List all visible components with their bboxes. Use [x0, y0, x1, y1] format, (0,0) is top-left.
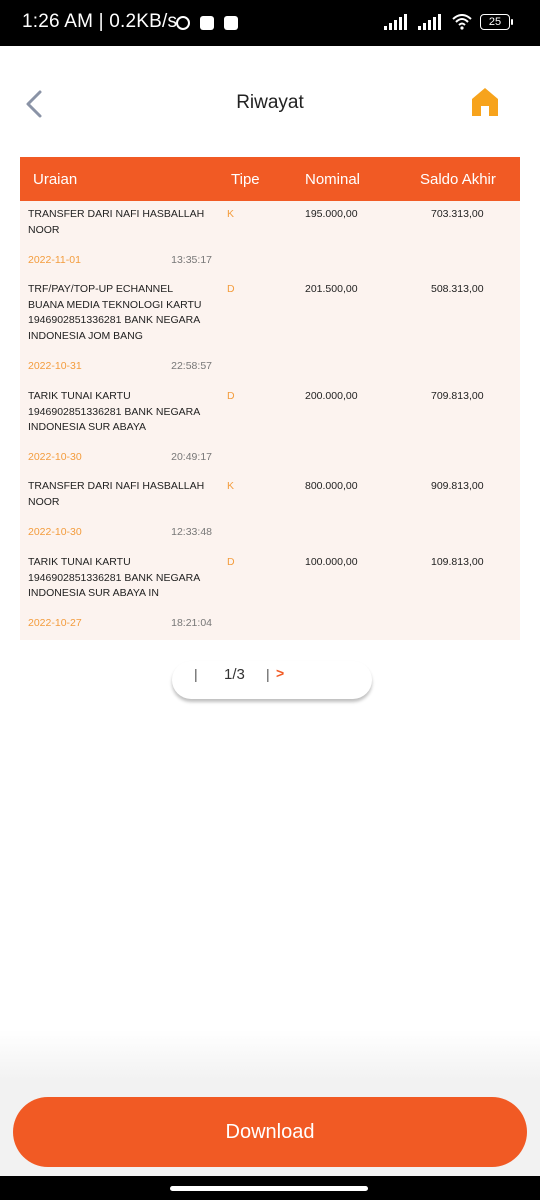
transaction-table: Uraian Tipe Nominal Saldo Akhir TRANSFER…: [20, 157, 520, 640]
page-title: Riwayat: [236, 92, 304, 113]
description-line: 1946902851336281 BANK NEGARA: [28, 405, 201, 418]
app-icon: [224, 16, 238, 30]
status-time: 1:26 AM | 0.2KB/s: [22, 11, 178, 32]
table-row[interactable]: TRF/PAY/TOP-UP ECHANNEL BUANA MEDIA TEKN…: [20, 275, 520, 382]
row-date: 2022-10-30: [28, 526, 82, 538]
description-line: INDONESIA SUR ABAYA: [28, 421, 147, 433]
page-indicator: 1/3: [224, 666, 245, 683]
row-description: TRANSFER DARI NAFI HASBALLAH NOOR: [28, 479, 214, 510]
table-row[interactable]: TRANSFER DARI NAFI HASBALLAH NOOR K 195.…: [20, 201, 520, 275]
row-type: K: [227, 480, 235, 492]
description-line: TARIK TUNAI KARTU: [28, 390, 131, 402]
row-description: TARIK TUNAI KARTU 1946902851336281 BANK …: [28, 389, 214, 436]
description-line: NOOR: [28, 495, 60, 508]
home-gesture-handle[interactable]: [170, 1186, 368, 1191]
row-nominal: 800.000,00: [305, 480, 358, 492]
description-line: INDONESIA SUR ABAYA IN: [28, 587, 159, 599]
signal-icon: [384, 14, 407, 30]
row-time: 12:33:48: [171, 526, 212, 538]
row-time: 13:35:17: [171, 254, 212, 266]
battery-icon: 25: [480, 14, 513, 30]
description-line: INDONESIA JOM BANG: [28, 329, 143, 342]
row-saldo: 508.313,00: [431, 283, 484, 295]
header-saldo: Saldo Akhir: [420, 171, 496, 188]
home-icon[interactable]: [470, 86, 500, 118]
description-line: TRANSFER DARI NAFI HASBALLAH: [28, 480, 205, 492]
system-nav-bar: [0, 1176, 540, 1200]
row-saldo: 703.313,00: [431, 208, 484, 220]
row-saldo: 109.813,00: [431, 556, 484, 568]
next-page-button[interactable]: >: [276, 665, 284, 681]
row-type: D: [227, 283, 235, 295]
row-nominal: 201.500,00: [305, 283, 358, 295]
alarm-icon: [176, 16, 190, 30]
app-icon: [200, 16, 214, 30]
description-line: BUANA MEDIA TEKNOLOGI KARTU: [28, 298, 202, 311]
status-icons-left: [176, 16, 238, 30]
row-saldo: 909.813,00: [431, 480, 484, 492]
row-time: 22:58:57: [171, 360, 212, 372]
status-icons-right: 25: [384, 14, 513, 30]
row-time: 20:49:17: [171, 451, 212, 463]
signal-icon: [418, 14, 441, 30]
row-type: D: [227, 390, 235, 402]
app-header: Riwayat: [0, 46, 540, 156]
row-saldo: 709.813,00: [431, 390, 484, 402]
table-header: Uraian Tipe Nominal Saldo Akhir: [20, 157, 520, 201]
table-row[interactable]: TARIK TUNAI KARTU 1946902851336281 BANK …: [20, 548, 520, 640]
row-time: 18:21:04: [171, 617, 212, 629]
row-date: 2022-11-01: [28, 254, 81, 266]
row-description: TARIK TUNAI KARTU 1946902851336281 BANK …: [28, 555, 214, 602]
download-button[interactable]: Download: [13, 1097, 527, 1167]
status-bar: 1:26 AM | 0.2KB/s 25: [0, 0, 540, 46]
row-type: K: [227, 208, 235, 220]
row-date: 2022-10-27: [28, 617, 82, 629]
wifi-icon: [452, 14, 472, 30]
description-line: TRANSFER DARI NAFI HASBALLAH: [28, 208, 205, 220]
description-line: 1946902851336281 BANK NEGARA: [28, 571, 201, 584]
description-line: 1946902851336281 BANK NEGARA: [28, 314, 201, 326]
battery-level: 25: [488, 16, 502, 28]
row-type: D: [227, 556, 235, 568]
header-uraian: Uraian: [33, 171, 78, 188]
description-line: TRF/PAY/TOP-UP ECHANNEL: [28, 283, 174, 295]
pagination-separator: |: [194, 666, 198, 682]
row-date: 2022-10-30: [28, 451, 82, 463]
table-row[interactable]: TARIK TUNAI KARTU 1946902851336281 BANK …: [20, 382, 520, 472]
row-date: 2022-10-31: [28, 360, 82, 372]
row-nominal: 200.000,00: [305, 390, 358, 402]
header-tipe: Tipe: [231, 171, 260, 188]
pagination-separator: |: [266, 666, 270, 682]
description-line: TARIK TUNAI KARTU: [28, 556, 131, 568]
description-line: NOOR: [28, 223, 60, 236]
header-nominal: Nominal: [305, 171, 361, 188]
row-nominal: 195.000,00: [305, 208, 358, 220]
row-nominal: 100.000,00: [305, 556, 358, 568]
row-description: TRF/PAY/TOP-UP ECHANNEL BUANA MEDIA TEKN…: [28, 282, 214, 344]
table-row[interactable]: TRANSFER DARI NAFI HASBALLAH NOOR K 800.…: [20, 472, 520, 548]
row-description: TRANSFER DARI NAFI HASBALLAH NOOR: [28, 207, 214, 238]
pagination: | 1/3 | >: [172, 661, 372, 699]
